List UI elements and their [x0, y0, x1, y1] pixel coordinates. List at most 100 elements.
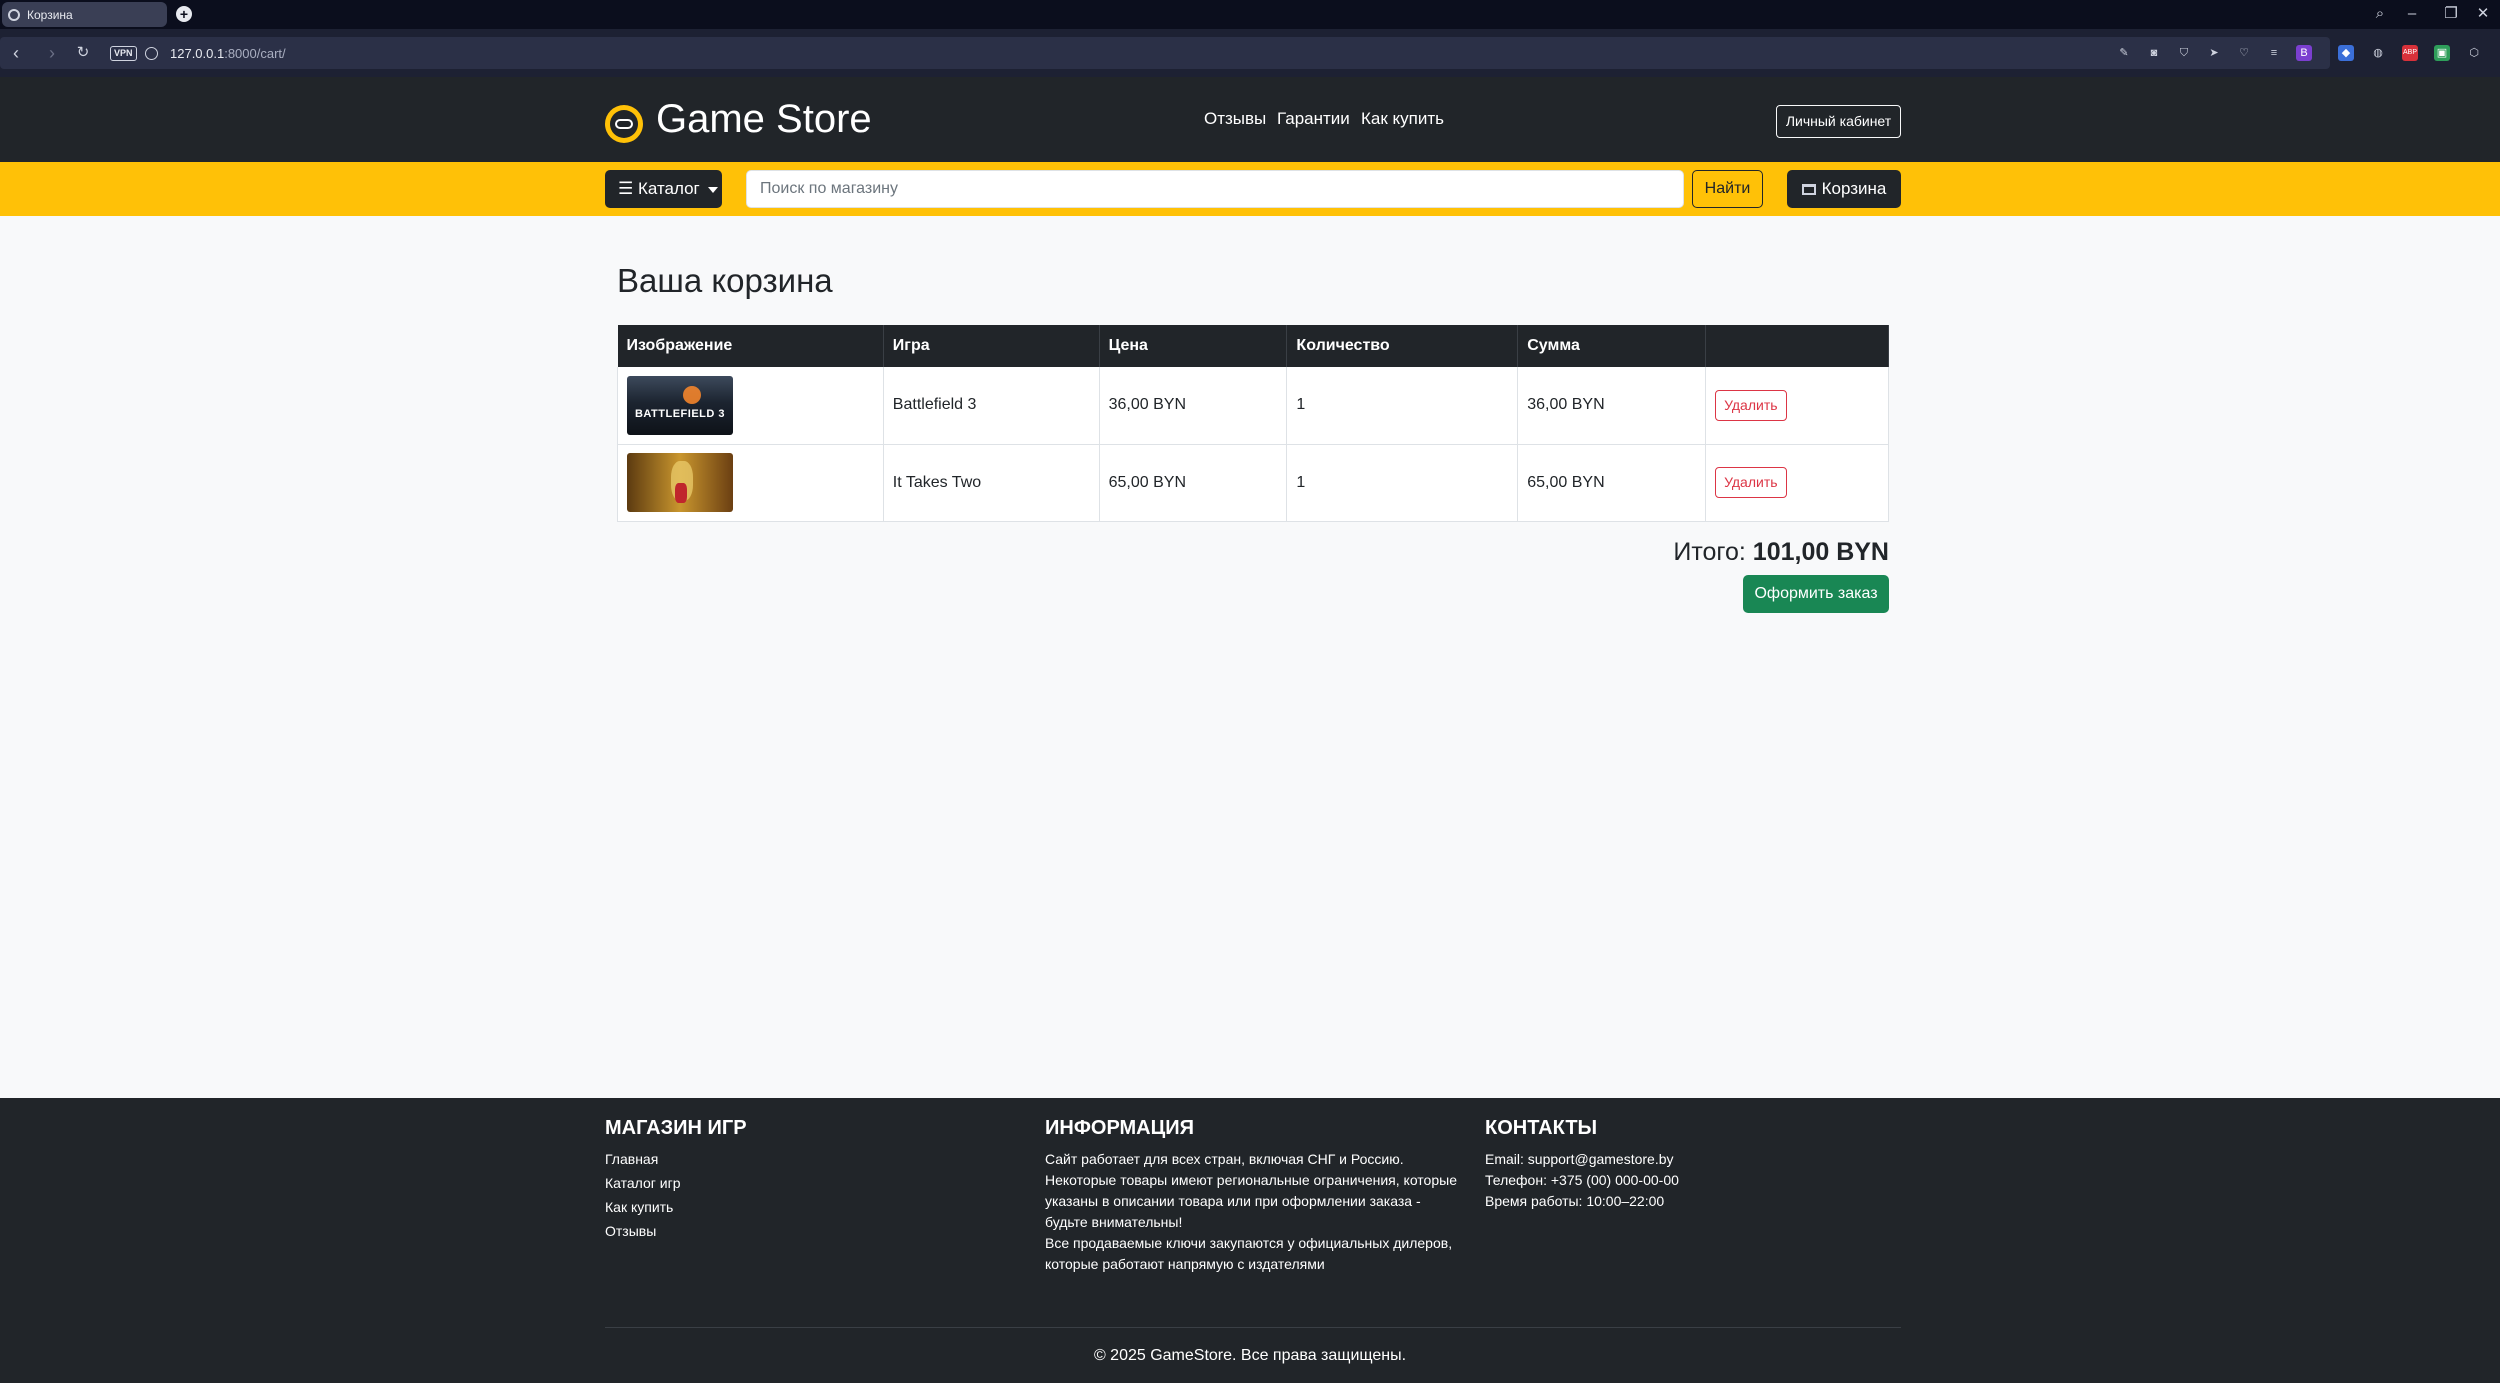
- cell-sum: 36,00 BYN: [1517, 367, 1707, 445]
- site-header: Game Store Отзывы Гарантии Как купить Ли…: [0, 77, 2500, 162]
- cart-table: Изображение Игра Цена Количество Сумма B…: [617, 325, 1889, 522]
- minimize-button[interactable]: –: [2397, 2, 2427, 26]
- tab-title: Корзина: [27, 7, 73, 22]
- cell-price: 36,00 BYN: [1098, 367, 1288, 445]
- total-label: Итого:: [1673, 538, 1746, 566]
- cell-quantity: 1: [1286, 367, 1519, 445]
- forward-icon[interactable]: ›: [41, 37, 63, 69]
- footer-contact-email: Email: support@gamestore.by: [1485, 1151, 1674, 1167]
- cell-image: BATTLEFIELD 3: [617, 367, 884, 445]
- catalog-label: ☰ Каталог: [618, 179, 700, 198]
- column-header-sum: Сумма: [1517, 325, 1707, 367]
- column-header-actions: [1705, 325, 1889, 367]
- cart-total: Итого: 101,00 BYN: [1480, 538, 1889, 567]
- cell-actions: Удалить: [1705, 444, 1889, 522]
- cell-quantity: 1: [1286, 444, 1519, 522]
- footer-link-home[interactable]: Главная: [605, 1151, 658, 1167]
- footer-link-catalog[interactable]: Каталог игр: [605, 1175, 681, 1191]
- thumbnail-art: [683, 385, 701, 404]
- table-row: It Takes Two 65,00 BYN 1 65,00 BYN Удали…: [617, 444, 1889, 522]
- heart-icon[interactable]: ♡: [2236, 45, 2252, 61]
- gamepad-logo-icon[interactable]: [605, 105, 643, 143]
- nav-link-how-to-buy[interactable]: Как купить: [1361, 109, 1444, 129]
- search-input[interactable]: [746, 170, 1684, 208]
- profile-icon[interactable]: B: [2296, 45, 2312, 61]
- footer-info-line: Сайт работает для всех стран, включая СН…: [1045, 1151, 1404, 1167]
- footer-info-line: Все продаваемые ключи закупаются у офици…: [1045, 1235, 1453, 1251]
- cart-button[interactable]: Корзина: [1787, 170, 1901, 208]
- table-header-row: Изображение Игра Цена Количество Сумма: [617, 325, 1889, 367]
- footer-contact-phone: Телефон: +375 (00) 000-00-00: [1485, 1172, 1679, 1188]
- search-button[interactable]: Найти: [1692, 170, 1763, 208]
- footer-contact-hours: Время работы: 10:00–22:00: [1485, 1193, 1665, 1209]
- box-icon[interactable]: ⬡: [2466, 45, 2482, 61]
- cart-icon: [1801, 184, 1816, 195]
- total-value: 101,00 BYN: [1752, 538, 1889, 566]
- game-thumbnail[interactable]: BATTLEFIELD 3: [627, 375, 733, 435]
- search-icon[interactable]: ⌕: [2365, 2, 2395, 26]
- shield-icon[interactable]: ⛉: [2176, 45, 2192, 61]
- cell-game: It Takes Two: [882, 444, 1100, 522]
- footer-heading-contacts: КОНТАКТЫ: [1485, 1117, 1598, 1139]
- cart-label: Корзина: [1821, 179, 1887, 198]
- site-info-icon[interactable]: [145, 47, 158, 60]
- column-header-quantity: Количество: [1286, 325, 1519, 367]
- restore-button[interactable]: ❐: [2436, 2, 2466, 26]
- caret-down-icon: [707, 186, 718, 193]
- table-row: BATTLEFIELD 3 Battlefield 3 36,00 BYN 1 …: [617, 367, 1889, 445]
- site-footer: МАГАЗИН ИГР Главная Каталог игр Как купи…: [0, 1098, 2500, 1383]
- thumbnail-logo-text: BATTLEFIELD 3: [634, 407, 725, 420]
- camera-icon[interactable]: ◙: [2146, 45, 2162, 61]
- account-button[interactable]: Личный кабинет: [1776, 105, 1901, 138]
- edit-icon[interactable]: ✎: [2116, 45, 2132, 61]
- brand-title[interactable]: Game Store: [656, 97, 872, 142]
- cell-game: Battlefield 3: [882, 367, 1100, 445]
- nav-link-reviews[interactable]: Отзывы: [1204, 109, 1266, 129]
- browser-tabbar: Корзина + ⌕ – ❐ ✕: [0, 0, 2500, 29]
- checkout-button[interactable]: Оформить заказ: [1743, 575, 1889, 613]
- cell-actions: Удалить: [1705, 367, 1889, 445]
- footer-info-line: Некоторые товары имеют региональные огра…: [1045, 1172, 1457, 1188]
- footer-heading-store: МАГАЗИН ИГР: [605, 1117, 747, 1139]
- footer-info-line: указаны в описании товара или при оформл…: [1045, 1193, 1421, 1209]
- game-thumbnail[interactable]: [627, 453, 733, 512]
- delete-button[interactable]: Удалить: [1715, 467, 1787, 498]
- browser-tab-active[interactable]: Корзина: [2, 2, 167, 27]
- footer-info-line: которые работают напрямую с издателями: [1045, 1256, 1325, 1272]
- vpn-badge[interactable]: VPN: [110, 46, 137, 61]
- footer-link-how-to-buy[interactable]: Как купить: [605, 1199, 673, 1215]
- back-icon[interactable]: ‹: [5, 37, 27, 69]
- search-strip: ☰ Каталог Найти Корзина: [0, 162, 2500, 216]
- thumbnail-figure: [675, 483, 687, 503]
- column-header-game: Игра: [883, 325, 1100, 367]
- cell-price: 65,00 BYN: [1098, 444, 1288, 522]
- menu-icon[interactable]: ≡: [2266, 45, 2282, 61]
- globe-icon[interactable]: ◍: [2370, 45, 2386, 61]
- close-window-button[interactable]: ✕: [2468, 2, 2498, 26]
- cell-sum: 65,00 BYN: [1517, 444, 1707, 522]
- footer-copyright: © 2025 GameStore. Все права защищены.: [1093, 1347, 1407, 1364]
- ext-icon[interactable]: ▣: [2434, 45, 2450, 61]
- footer-info-line: будьте внимательны!: [1045, 1214, 1183, 1230]
- footer-divider: [605, 1327, 1901, 1328]
- globe-icon: [8, 8, 20, 21]
- puzzle-icon[interactable]: ◆: [2338, 45, 2354, 61]
- footer-link-reviews[interactable]: Отзывы: [605, 1223, 656, 1239]
- url-host: 127.0.0.1: [170, 46, 225, 61]
- url-path: :8000/cart/: [224, 46, 286, 61]
- footer-heading-info: ИНФОРМАЦИЯ: [1045, 1117, 1194, 1139]
- nav-link-guarantees[interactable]: Гарантии: [1277, 109, 1350, 129]
- cell-image: [617, 444, 884, 522]
- new-tab-button[interactable]: +: [176, 6, 192, 22]
- catalog-dropdown-button[interactable]: ☰ Каталог: [605, 170, 722, 208]
- reload-icon[interactable]: ↻: [72, 37, 94, 69]
- column-header-price: Цена: [1099, 325, 1288, 367]
- address-field[interactable]: [0, 37, 2330, 69]
- delete-button[interactable]: Удалить: [1715, 389, 1787, 421]
- send-icon[interactable]: ➤: [2206, 45, 2222, 61]
- page-title: Ваша корзина: [617, 262, 833, 299]
- column-header-image: Изображение: [617, 325, 884, 367]
- adblock-icon[interactable]: ABP: [2402, 45, 2418, 61]
- url-text[interactable]: 127.0.0.1:8000/cart/: [170, 46, 286, 61]
- browser-addressbar: ‹ › ↻ VPN 127.0.0.1:8000/cart/ ✎ ◙ ⛉ ➤ ♡…: [0, 29, 2500, 77]
